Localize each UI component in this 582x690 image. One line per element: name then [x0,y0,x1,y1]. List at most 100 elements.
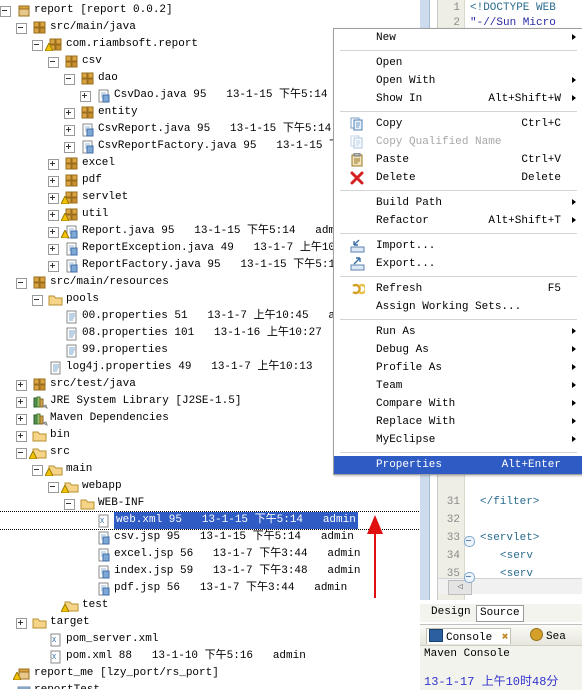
tab-search[interactable]: Sea [530,628,566,643]
menu-item-profile-as[interactable]: Profile As [334,359,582,377]
collapse-toggle-icon[interactable] [0,6,11,17]
tree-row-label: entity [98,106,138,118]
tree-row[interactable]: test [0,597,420,614]
properties-file-icon [64,327,80,341]
tab-console[interactable]: Console ✖ [426,628,512,644]
tab-design[interactable]: Design [428,605,474,620]
menu-item-label: Refresh [376,283,423,295]
tab-source[interactable]: Source [476,605,524,622]
submenu-arrow-icon [572,346,576,352]
collapse-toggle-icon[interactable] [32,465,43,476]
submenu-arrow-icon [572,418,576,424]
tree-row-label: com.riambsoft.report [66,38,199,50]
refresh-icon [350,282,367,296]
expand-toggle-icon[interactable] [48,244,59,255]
tree-row[interactable]: Xpom.xml 88 13-1-10 下午5:16 admin [0,648,420,665]
menu-item-open[interactable]: Open [334,54,582,72]
collapse-toggle-icon[interactable] [16,448,27,459]
collapse-toggle-icon[interactable] [48,482,59,493]
collapse-toggle-icon[interactable] [16,23,27,34]
expand-toggle-icon[interactable] [48,210,59,221]
menu-item-assign-working-sets[interactable]: Assign Working Sets... [334,298,582,316]
menu-item-paste[interactable]: Paste Ctrl+V [334,151,582,169]
expand-toggle-icon[interactable] [16,397,27,408]
paste-icon [350,152,365,167]
submenu-arrow-icon [572,400,576,406]
menu-item-replace-with[interactable]: Replace With [334,413,582,431]
menu-item-new[interactable]: New [334,29,582,47]
expand-toggle-icon[interactable] [16,414,27,425]
tree-row[interactable]: excel.jsp 56 13-1-7 下午3:44 admin [0,546,420,563]
tree-row-label: main [66,463,93,475]
submenu-arrow-icon [572,34,576,40]
tree-row[interactable]: WEB-INF [0,495,420,512]
tree-row[interactable]: reportTest [0,682,420,689]
source-folder-icon [32,378,48,392]
tree-row[interactable]: csv.jsp 95 13-1-15 下午5:14 admin [0,529,420,546]
close-icon[interactable]: ✖ [502,632,509,644]
tree-row[interactable]: webapp [0,478,420,495]
tree-row-label: 99.properties [82,344,168,356]
submenu-arrow-icon [572,217,576,223]
expand-toggle-icon[interactable] [48,261,59,272]
tree-row[interactable]: index.jsp 59 13-1-7 下午3:48 admin [0,563,420,580]
collapse-toggle-icon[interactable] [32,40,43,51]
collapse-toggle-icon[interactable] [16,278,27,289]
expand-toggle-icon[interactable] [80,91,91,102]
menu-item-myeclipse[interactable]: MyEclipse [334,431,582,449]
menu-item-properties[interactable]: Properties Alt+Enter [334,456,582,474]
collapse-toggle-icon[interactable] [64,74,75,85]
properties-file-unknown-icon [64,344,80,358]
expand-toggle-icon[interactable] [64,142,75,153]
menu-item-shortcut: Ctrl+V [521,154,561,166]
collapse-toggle-icon[interactable] [48,57,59,68]
collapse-toggle-icon[interactable] [32,295,43,306]
expand-toggle-icon[interactable] [48,227,59,238]
tree-row[interactable]: report [report 0.0.2] [0,2,420,19]
tree-row-label: pdf [82,174,102,186]
menu-item-debug-as[interactable]: Debug As [334,341,582,359]
fold-toggle-icon[interactable] [464,536,475,547]
menu-item-label: Open With [376,75,436,87]
tree-row[interactable]: Xpom_server.xml [0,631,420,648]
menu-item-show-in[interactable]: Show In Alt+Shift+W [334,90,582,108]
copy-icon [350,117,365,131]
expand-toggle-icon[interactable] [16,380,27,391]
editor-horizontal-scrollbar[interactable]: ◁ [438,578,582,595]
menu-item-team[interactable]: Team [334,377,582,395]
expand-toggle-icon[interactable] [16,618,27,629]
java-file-icon [80,140,96,154]
tree-row-label: pdf.jsp 56 13-1-7 下午3:44 admin [114,582,348,594]
tree-row[interactable]: target [0,614,420,631]
red-arrow-annotation [367,515,383,598]
menu-separator [340,233,577,234]
expand-toggle-icon[interactable] [48,193,59,204]
expand-toggle-icon[interactable] [48,159,59,170]
maven-library-icon [32,412,48,426]
xml-file-icon: X [48,633,64,647]
menu-item-label: Assign Working Sets... [376,301,522,313]
tree-row[interactable]: Xweb.xml 95 13-1-15 下午5:14 admin [0,511,420,530]
collapse-toggle-icon[interactable] [64,499,75,510]
menu-item-refresh[interactable]: Refresh F5 [334,280,582,298]
maven-pom-icon: X [48,650,64,664]
menu-item-run-as[interactable]: Run As [334,323,582,341]
fold-toggle-icon[interactable] [464,572,475,583]
expand-toggle-icon[interactable] [64,125,75,136]
menu-item-copy[interactable]: Copy Ctrl+C [334,115,582,133]
tree-row[interactable]: pdf.jsp 56 13-1-7 下午3:44 admin [0,580,420,597]
context-menu[interactable]: New Open Open With Show In Alt+Shift+W Copy Ct… [333,28,582,475]
menu-item-compare-with[interactable]: Compare With [334,395,582,413]
menu-item-export[interactable]: Export... [334,255,582,273]
expand-toggle-icon[interactable] [64,108,75,119]
menu-item-build-path[interactable]: Build Path [334,194,582,212]
expand-toggle-icon[interactable] [48,176,59,187]
menu-item-refactor[interactable]: Refactor Alt+Shift+T [334,212,582,230]
folder-warning-icon [29,446,48,460]
tree-row-label: report [report 0.0.2] [34,4,173,16]
tree-row[interactable]: report_me [lzy_port/rs_port] [0,665,420,682]
menu-item-delete[interactable]: Delete Delete [334,169,582,187]
menu-item-open-with[interactable]: Open With [334,72,582,90]
menu-item-import[interactable]: Import... [334,237,582,255]
expand-toggle-icon[interactable] [16,431,27,442]
